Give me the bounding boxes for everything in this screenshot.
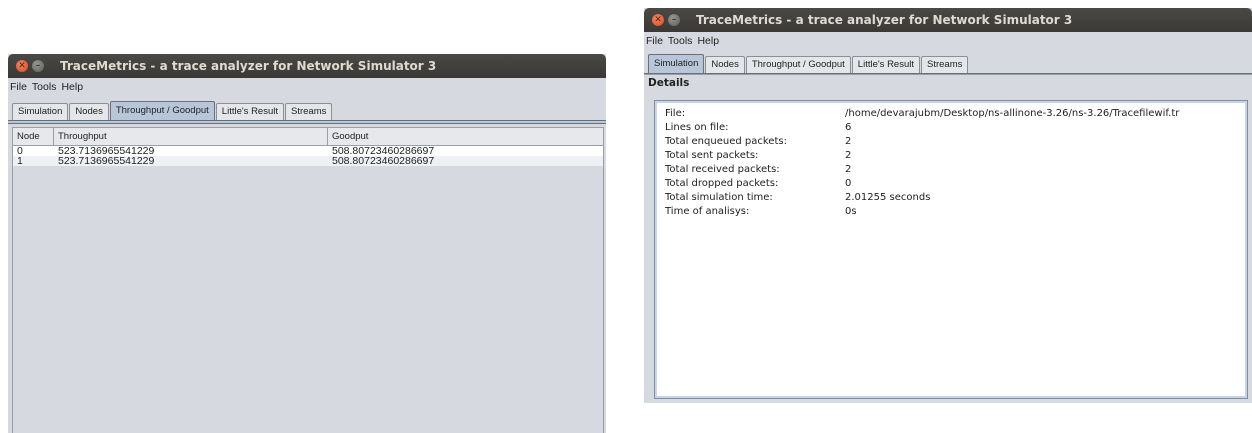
- tab-littles-result[interactable]: Little's Result: [215, 103, 284, 120]
- cell-throughput: 523.7136965541229: [58, 146, 155, 156]
- tab-bar: Simulation Nodes Throughput / Goodput Li…: [644, 53, 1252, 74]
- table-header: Node Throughput Goodput: [13, 128, 603, 146]
- cell-node: 1: [17, 156, 23, 166]
- menu-file[interactable]: File: [10, 81, 27, 93]
- cell-goodput: 508.80723460286697: [332, 156, 435, 166]
- detail-key: Total sent packets:: [665, 150, 759, 161]
- cell-throughput: 523.7136965541229: [58, 156, 155, 166]
- column-header-throughput[interactable]: Throughput: [54, 128, 328, 145]
- detail-value: 2.01255 seconds: [845, 192, 931, 203]
- column-header-goodput[interactable]: Goodput: [328, 128, 603, 145]
- minimize-window-button[interactable]: –: [668, 14, 680, 26]
- tab-simulation[interactable]: Simulation: [648, 54, 705, 73]
- detail-value: 6: [845, 122, 852, 133]
- column-header-node[interactable]: Node: [13, 128, 54, 145]
- details-panel: File: /home/devarajubm/Desktop/ns-allino…: [654, 100, 1248, 399]
- menu-bar: File Tools Help: [8, 78, 606, 96]
- detail-key: Total received packets:: [665, 164, 780, 175]
- table-row[interactable]: 0 523.7136965541229 508.80723460286697: [13, 146, 603, 156]
- window-title: TraceMetrics - a trace analyzer for Netw…: [60, 59, 437, 73]
- window-title: TraceMetrics - a trace analyzer for Netw…: [696, 13, 1073, 27]
- menu-tools[interactable]: Tools: [32, 81, 57, 93]
- menu-help[interactable]: Help: [61, 81, 83, 93]
- tracemetrics-window-simulation: ✕ – TraceMetrics - a trace analyzer for …: [644, 8, 1252, 403]
- tab-underline: [8, 121, 606, 124]
- tab-bar: Simulation Nodes Throughput / Goodput Li…: [8, 100, 606, 121]
- title-bar: ✕ – TraceMetrics - a trace analyzer for …: [644, 8, 1252, 32]
- detail-key: Total simulation time:: [665, 192, 773, 203]
- tab-littles-result[interactable]: Little's Result: [851, 56, 920, 73]
- menu-file[interactable]: File: [646, 35, 663, 47]
- detail-value: 2: [845, 164, 852, 175]
- detail-key: Lines on file:: [665, 122, 729, 133]
- menu-help[interactable]: Help: [697, 35, 719, 47]
- detail-value: 2: [845, 150, 852, 161]
- tab-throughput-goodput[interactable]: Throughput / Goodput: [109, 101, 215, 120]
- close-window-button[interactable]: ✕: [16, 60, 28, 72]
- minimize-window-button[interactable]: –: [32, 60, 44, 72]
- tracemetrics-window-throughput: ✕ – TraceMetrics - a trace analyzer for …: [8, 54, 606, 433]
- detail-value: /home/devarajubm/Desktop/ns-allinone-3.2…: [845, 108, 1180, 119]
- close-window-button[interactable]: ✕: [652, 14, 664, 26]
- detail-value: 0s: [845, 206, 857, 217]
- tab-streams[interactable]: Streams: [921, 56, 969, 73]
- tab-nodes[interactable]: Nodes: [69, 103, 109, 120]
- menu-bar: File Tools Help: [644, 32, 1252, 50]
- tab-streams[interactable]: Streams: [285, 103, 333, 120]
- detail-key: Total dropped packets:: [665, 178, 779, 189]
- throughput-table[interactable]: Node Throughput Goodput 0 523.7136965541…: [12, 127, 604, 433]
- cell-goodput: 508.80723460286697: [332, 146, 435, 156]
- detail-key: Time of analisys:: [665, 206, 750, 217]
- detail-value: 0: [845, 178, 852, 189]
- title-bar: ✕ – TraceMetrics - a trace analyzer for …: [8, 54, 606, 78]
- detail-value: 2: [845, 136, 852, 147]
- menu-tools[interactable]: Tools: [668, 35, 693, 47]
- detail-key: File:: [665, 108, 686, 119]
- tab-simulation[interactable]: Simulation: [12, 103, 69, 120]
- table-row[interactable]: 1 523.7136965541229 508.80723460286697: [13, 156, 603, 166]
- cell-node: 0: [17, 146, 23, 156]
- detail-key: Total enqueued packets:: [665, 136, 787, 147]
- tab-nodes[interactable]: Nodes: [705, 56, 745, 73]
- details-label: Details: [644, 74, 1252, 91]
- tab-throughput-goodput[interactable]: Throughput / Goodput: [745, 56, 851, 73]
